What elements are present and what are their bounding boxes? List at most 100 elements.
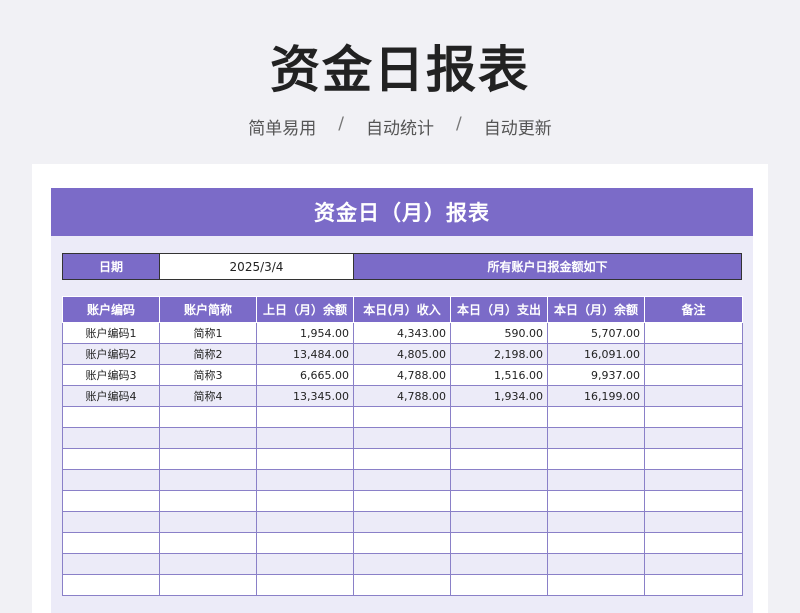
empty-cell[interactable] [644,406,743,428]
empty-cell[interactable] [450,448,548,470]
table-row: 账户编码3 简称3 6,665.00 4,788.00 1,516.00 9,937.00 [62,364,743,386]
empty-cell[interactable] [159,427,257,449]
column-header-expense[interactable]: 本日（月）支出 [450,296,548,323]
column-header-income[interactable]: 本日(月）收入 [353,296,451,323]
date-value-cell[interactable]: 2025/3/4 [160,254,354,279]
cell-account-code[interactable]: 账户编码3 [62,364,160,386]
empty-cell[interactable] [547,574,645,596]
empty-cell[interactable] [547,448,645,470]
empty-cell[interactable] [62,427,160,449]
empty-cell[interactable] [644,427,743,449]
empty-cell[interactable] [547,427,645,449]
empty-cell[interactable] [62,511,160,533]
cell-prev-balance[interactable]: 6,665.00 [256,364,354,386]
empty-cell[interactable] [450,406,548,428]
cell-balance[interactable]: 5,707.00 [547,322,645,344]
empty-cell[interactable] [644,553,743,575]
cell-income[interactable]: 4,343.00 [353,322,451,344]
empty-cell[interactable] [644,574,743,596]
column-header-balance[interactable]: 本日（月）余额 [547,296,645,323]
empty-cell[interactable] [547,469,645,491]
empty-cell[interactable] [256,553,354,575]
empty-cell[interactable] [450,469,548,491]
cell-account-code[interactable]: 账户编码4 [62,385,160,407]
empty-cell[interactable] [62,532,160,554]
cell-income[interactable]: 4,805.00 [353,343,451,365]
empty-cell[interactable] [159,469,257,491]
empty-cell[interactable] [62,574,160,596]
empty-cell[interactable] [353,553,451,575]
cell-account-name[interactable]: 简称3 [159,364,257,386]
empty-cell[interactable] [62,448,160,470]
cell-account-name[interactable]: 简称4 [159,385,257,407]
empty-cell[interactable] [644,448,743,470]
empty-cell[interactable] [450,427,548,449]
column-header-prev-balance[interactable]: 上日（月）余额 [256,296,354,323]
empty-cell[interactable] [644,532,743,554]
empty-cell[interactable] [547,532,645,554]
empty-cell[interactable] [644,511,743,533]
empty-cell[interactable] [644,490,743,512]
empty-cell[interactable] [547,553,645,575]
cell-prev-balance[interactable]: 13,484.00 [256,343,354,365]
empty-cell[interactable] [256,490,354,512]
empty-cell[interactable] [159,448,257,470]
empty-cell[interactable] [353,490,451,512]
cell-income[interactable]: 4,788.00 [353,364,451,386]
empty-cell[interactable] [353,406,451,428]
empty-cell[interactable] [256,406,354,428]
cell-expense[interactable]: 1,934.00 [450,385,548,407]
cell-remark[interactable] [644,364,743,386]
empty-cell[interactable] [353,448,451,470]
cell-balance[interactable]: 16,199.00 [547,385,645,407]
empty-cell[interactable] [353,532,451,554]
empty-cell[interactable] [353,511,451,533]
empty-cell[interactable] [62,406,160,428]
empty-cell[interactable] [62,469,160,491]
cell-account-code[interactable]: 账户编码2 [62,343,160,365]
empty-cell[interactable] [450,511,548,533]
empty-cell[interactable] [353,574,451,596]
empty-cell[interactable] [256,448,354,470]
cell-expense[interactable]: 1,516.00 [450,364,548,386]
empty-cell[interactable] [62,490,160,512]
cell-account-name[interactable]: 简称1 [159,322,257,344]
cell-prev-balance[interactable]: 1,954.00 [256,322,354,344]
cell-remark[interactable] [644,385,743,407]
empty-cell[interactable] [256,469,354,491]
empty-cell[interactable] [450,532,548,554]
empty-cell[interactable] [256,427,354,449]
empty-cell[interactable] [353,427,451,449]
empty-cell[interactable] [159,553,257,575]
cell-balance[interactable]: 16,091.00 [547,343,645,365]
cell-balance[interactable]: 9,937.00 [547,364,645,386]
cell-remark[interactable] [644,322,743,344]
empty-cell[interactable] [159,406,257,428]
cell-income[interactable]: 4,788.00 [353,385,451,407]
empty-cell[interactable] [159,511,257,533]
empty-cell[interactable] [450,490,548,512]
empty-cell[interactable] [62,553,160,575]
empty-cell[interactable] [159,490,257,512]
cell-prev-balance[interactable]: 13,345.00 [256,385,354,407]
cell-expense[interactable]: 590.00 [450,322,548,344]
empty-cell[interactable] [256,532,354,554]
column-header-account-code[interactable]: 账户编码 [62,296,160,323]
cell-remark[interactable] [644,343,743,365]
cell-expense[interactable]: 2,198.00 [450,343,548,365]
empty-cell[interactable] [644,469,743,491]
cell-account-name[interactable]: 简称2 [159,343,257,365]
column-header-remark[interactable]: 备注 [644,296,743,323]
empty-cell[interactable] [547,490,645,512]
empty-cell[interactable] [547,511,645,533]
empty-cell[interactable] [256,511,354,533]
empty-cell[interactable] [256,574,354,596]
empty-cell[interactable] [159,574,257,596]
empty-cell[interactable] [159,532,257,554]
empty-cell[interactable] [450,553,548,575]
empty-cell[interactable] [353,469,451,491]
empty-cell[interactable] [450,574,548,596]
cell-account-code[interactable]: 账户编码1 [62,322,160,344]
column-header-account-name[interactable]: 账户简称 [159,296,257,323]
empty-cell[interactable] [547,406,645,428]
